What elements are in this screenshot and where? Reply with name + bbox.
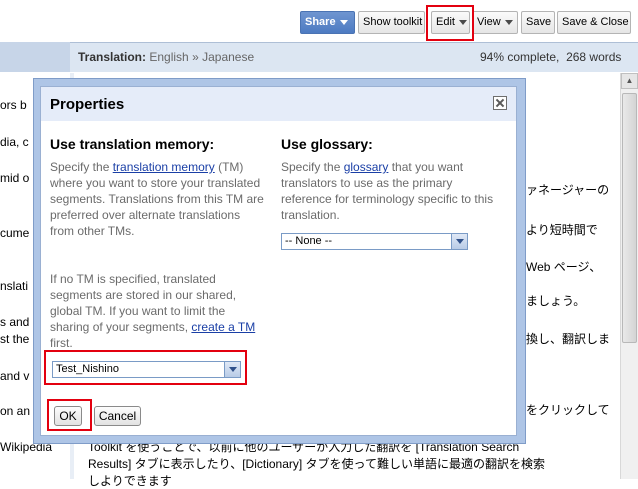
tm-note: If no TM is specified, translated segmen…	[50, 272, 256, 350]
save-close-button[interactable]: Save & Close	[557, 11, 631, 34]
tm-select-highlight-box	[44, 350, 247, 385]
ok-highlight-box	[47, 399, 92, 431]
source-fragment: st the	[0, 332, 30, 346]
target-text-line: ましょう。	[526, 294, 586, 308]
edit-highlight-box	[426, 5, 474, 41]
chevron-down-icon	[339, 19, 348, 25]
translation-memory-link[interactable]: translation memory	[113, 160, 215, 174]
target-text-line: をクリックして	[526, 403, 610, 417]
tm-description: Specify the translation memory (TM) wher…	[50, 160, 264, 238]
glossary-link[interactable]: glossary	[344, 160, 389, 174]
word-count: 268 words	[566, 50, 622, 64]
chevron-down-icon	[504, 19, 513, 25]
create-tm-link[interactable]: create a TM	[191, 320, 255, 334]
target-text-line: しよりできます	[88, 474, 172, 488]
glossary-heading: Use glossary:	[281, 136, 373, 152]
glossary-select[interactable]: -- None --	[281, 233, 468, 250]
show-toolkit-button[interactable]: Show toolkit	[358, 11, 425, 34]
source-fragment: cume	[0, 226, 30, 240]
close-icon[interactable]	[493, 96, 507, 110]
target-text-line: ァネージャーの	[526, 183, 610, 197]
top-toolbar: Share Show toolkit Edit View Save Save &…	[0, 0, 638, 42]
cancel-button[interactable]: Cancel	[94, 406, 141, 426]
target-text-line: Web ページ、	[526, 260, 602, 274]
target-text-line: 換し、翻訳しま	[526, 332, 611, 346]
glossary-description: Specify the glossary that you want trans…	[281, 160, 494, 222]
source-fragment: ors b	[0, 98, 27, 112]
source-fragment: mid o	[0, 171, 30, 185]
target-text-line: Results] タブに表示したり、[Dictionary] タブを使って難しい…	[88, 457, 545, 471]
translation-title: Translation: English » Japanese	[78, 50, 255, 64]
save-button[interactable]: Save	[521, 11, 555, 34]
target-language: Japanese	[202, 50, 255, 64]
scrollbar-thumb[interactable]	[622, 93, 637, 343]
source-fragment: and v	[0, 369, 30, 383]
view-menu-button[interactable]: View	[472, 11, 518, 34]
target-text-line: より短時間で	[526, 223, 598, 237]
vertical-scrollbar[interactable]: ▲	[620, 73, 638, 479]
dialog-title: Properties	[50, 96, 125, 113]
left-panel-header	[0, 42, 70, 72]
source-language: English	[149, 50, 189, 64]
source-fragment: s and	[0, 315, 30, 329]
source-fragment: dia, c	[0, 135, 29, 149]
scroll-up-icon[interactable]: ▲	[621, 73, 638, 89]
dropdown-arrow-icon	[451, 234, 467, 249]
source-fragment: on an	[0, 404, 31, 418]
language-separator: »	[192, 50, 199, 64]
dialog-titlebar: Properties	[41, 87, 516, 121]
share-button[interactable]: Share	[300, 11, 355, 34]
translation-progress: 94% complete, 268 words	[480, 50, 622, 64]
tm-heading: Use translation memory:	[50, 136, 215, 152]
source-fragment: nslati	[0, 279, 29, 293]
